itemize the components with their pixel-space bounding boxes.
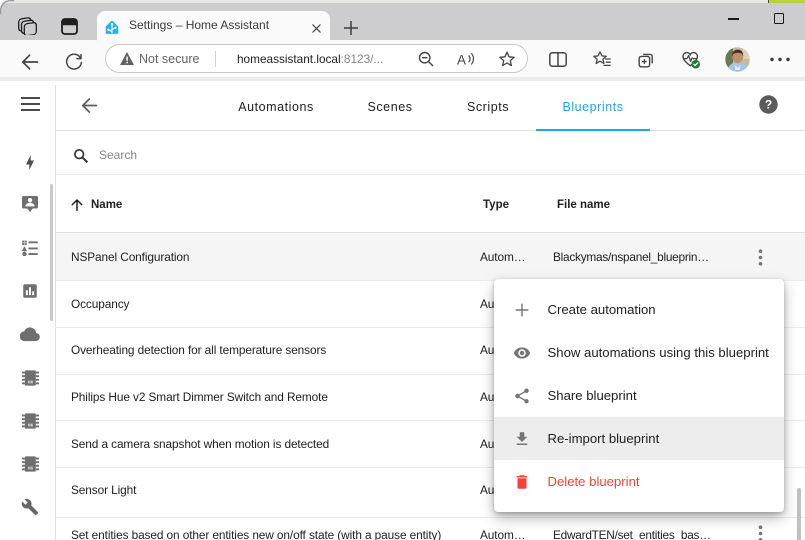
svg-text:?: ? [765, 98, 772, 112]
svg-text:A: A [457, 53, 466, 68]
